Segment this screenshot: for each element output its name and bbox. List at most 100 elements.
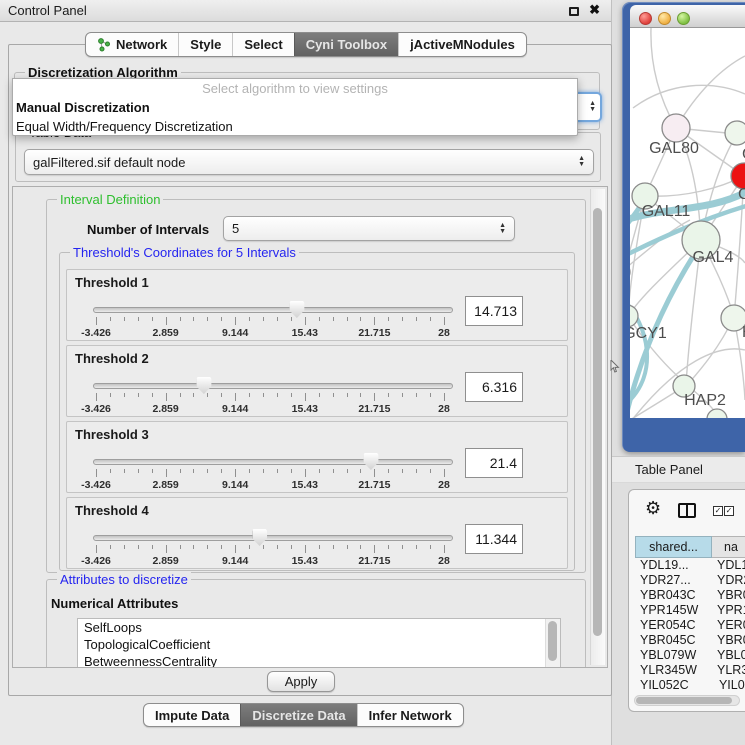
- attributes-scrollbar[interactable]: [545, 619, 560, 668]
- slider-tick: [263, 545, 264, 549]
- checkbox-icon[interactable]: ✓: [713, 506, 723, 516]
- threshold-label: Threshold 3: [75, 427, 149, 442]
- slider-tick: [402, 317, 403, 321]
- attribute-item-topologicalcoefficient[interactable]: TopologicalCoefficient: [78, 636, 560, 653]
- table-header-row: shared... na: [635, 536, 745, 558]
- slider-tick: [263, 469, 264, 473]
- algorithm-placeholder-option[interactable]: Select algorithm to view settings: [13, 79, 577, 98]
- table-row[interactable]: YIL052CYIL0: [635, 678, 745, 691]
- tab-infer-network[interactable]: Infer Network: [357, 704, 463, 726]
- network-edge[interactable]: [651, 28, 676, 128]
- numerical-attributes-list[interactable]: SelfLoopsTopologicalCoefficientBetweenne…: [77, 618, 561, 668]
- cell-name: YPR1: [705, 603, 745, 618]
- mac-close-icon[interactable]: [639, 12, 652, 25]
- slider-thumb[interactable]: [252, 529, 267, 546]
- threshold-slider[interactable]: -3.4262.8599.14415.4321.71528: [93, 300, 453, 340]
- mac-zoom-icon[interactable]: [677, 12, 690, 25]
- slider-tick: [180, 545, 181, 549]
- threshold-value-field[interactable]: 11.344: [465, 524, 523, 554]
- slider-tick: [124, 469, 125, 473]
- threshold-slider[interactable]: -3.4262.8599.14415.4321.71528: [93, 376, 453, 416]
- network-node-label: HAP2: [684, 392, 726, 409]
- slider-tick: [221, 317, 222, 321]
- table-row[interactable]: YBR043CYBR0: [635, 588, 745, 603]
- slider-tick: [221, 545, 222, 549]
- settings-scrollbar[interactable]: [590, 189, 605, 665]
- attribute-items: SelfLoopsTopologicalCoefficientBetweenne…: [78, 619, 560, 668]
- thresholds-group: Threshold's Coordinates for 5 Intervals …: [59, 252, 575, 571]
- network-edge[interactable]: [676, 56, 745, 128]
- network-edge[interactable]: [633, 85, 745, 108]
- attributes-scrollbar-thumb[interactable]: [548, 621, 557, 661]
- network-node-ga[interactable]: [725, 121, 745, 145]
- cell-name: YBR0: [705, 633, 745, 648]
- apply-button[interactable]: Apply: [267, 671, 335, 692]
- checkbox-icon[interactable]: ✓: [724, 506, 734, 516]
- cell-name: YIL0: [707, 678, 745, 691]
- table-row[interactable]: YBL079WYBL0: [635, 648, 745, 663]
- slider-tick: [138, 317, 139, 321]
- tab-discretize-data[interactable]: Discretize Data: [240, 704, 356, 726]
- table-row[interactable]: YDL19...YDL1: [635, 558, 745, 573]
- table-row[interactable]: YPR145WYPR1: [635, 603, 745, 618]
- algorithm-option-manual-discretization[interactable]: Manual Discretization: [13, 98, 577, 117]
- network-icon: [97, 38, 111, 52]
- tab-style[interactable]: Style: [178, 33, 232, 56]
- cell-name: YLR3: [705, 663, 745, 678]
- slider-tick: [235, 393, 236, 401]
- table-data-combobox[interactable]: galFiltered.sif default node ▲▼: [24, 149, 594, 175]
- combo-stepper-icon: ▲▼: [589, 101, 596, 113]
- tab-impute-data[interactable]: Impute Data: [144, 704, 240, 726]
- slider-tick-label: 21.715: [358, 403, 390, 415]
- settings-scrollbar-thumb[interactable]: [593, 208, 602, 636]
- network-node-gal80[interactable]: [662, 114, 690, 142]
- threshold-slider[interactable]: -3.4262.8599.14415.4321.71528: [93, 528, 453, 568]
- tab-select[interactable]: Select: [232, 33, 293, 56]
- table-row[interactable]: YBR045CYBR0: [635, 633, 745, 648]
- attribute-item-selfloops[interactable]: SelfLoops: [78, 619, 560, 636]
- tab-cyni-toolbox[interactable]: Cyni Toolbox: [294, 33, 398, 56]
- column-header-shared-name[interactable]: shared...: [635, 536, 712, 558]
- threshold-slider[interactable]: -3.4262.8599.14415.4321.71528: [93, 452, 453, 492]
- split-columns-icon[interactable]: [678, 503, 696, 518]
- numerical-attributes-label: Numerical Attributes: [51, 596, 178, 611]
- tab-label: Style: [190, 37, 221, 52]
- close-panel-button[interactable]: ✖: [589, 2, 600, 18]
- algorithm-option-equal-width-frequency-discretization[interactable]: Equal Width/Frequency Discretization: [13, 117, 577, 136]
- slider-tick: [249, 469, 250, 473]
- column-header-name[interactable]: na: [712, 536, 745, 558]
- slider-tick: [388, 469, 389, 473]
- slider-rail: -3.4262.8599.14415.4321.71528: [96, 452, 444, 492]
- tab-network[interactable]: Network: [86, 33, 178, 56]
- slider-tick: [277, 393, 278, 397]
- slider-thumb[interactable]: [289, 301, 304, 318]
- slider-tick: [96, 469, 97, 477]
- cell-name: YBL0: [705, 648, 745, 663]
- slider-tick: [402, 469, 403, 473]
- threshold-4-panel: Threshold 4-3.4262.8599.14415.4321.71528…: [66, 497, 568, 569]
- threshold-value-field[interactable]: 21.4: [465, 448, 523, 478]
- table-row[interactable]: YLR345WYLR3: [635, 663, 745, 678]
- network-node[interactable]: [707, 409, 727, 418]
- attribute-item-betweennesscentrality[interactable]: BetweennessCentrality: [78, 653, 560, 668]
- tab-jactivemnodules[interactable]: jActiveMNodules: [398, 33, 526, 56]
- mac-minimize-icon[interactable]: [658, 12, 671, 25]
- slider-thumb[interactable]: [363, 453, 378, 470]
- table-row[interactable]: YER054CYER0: [635, 618, 745, 633]
- num-intervals-label: Number of Intervals: [87, 222, 209, 237]
- table-horizontal-scrollbar-thumb[interactable]: [636, 697, 732, 704]
- num-intervals-combobox[interactable]: 5 ▲▼: [223, 216, 515, 241]
- network-canvas[interactable]: GAL80GACGAL11GAL4GCY1HHAP2: [630, 28, 745, 418]
- threshold-value-field[interactable]: 14.713: [465, 296, 523, 326]
- table-horizontal-scrollbar[interactable]: [634, 695, 740, 706]
- gear-icon[interactable]: ⚙: [645, 498, 661, 519]
- slider-tick-label: 21.715: [358, 479, 390, 491]
- float-window-button[interactable]: [569, 7, 579, 16]
- table-row[interactable]: YDR27...YDR2: [635, 573, 745, 588]
- num-intervals-value: 5: [232, 221, 239, 236]
- slider-thumb[interactable]: [196, 377, 211, 394]
- network-node-gcy1[interactable]: [630, 305, 638, 327]
- slider-tick: [263, 317, 264, 321]
- threshold-value-field[interactable]: 6.316: [465, 372, 523, 402]
- network-view-window[interactable]: GAL80GACGAL11GAL4GCY1HHAP2: [622, 2, 745, 452]
